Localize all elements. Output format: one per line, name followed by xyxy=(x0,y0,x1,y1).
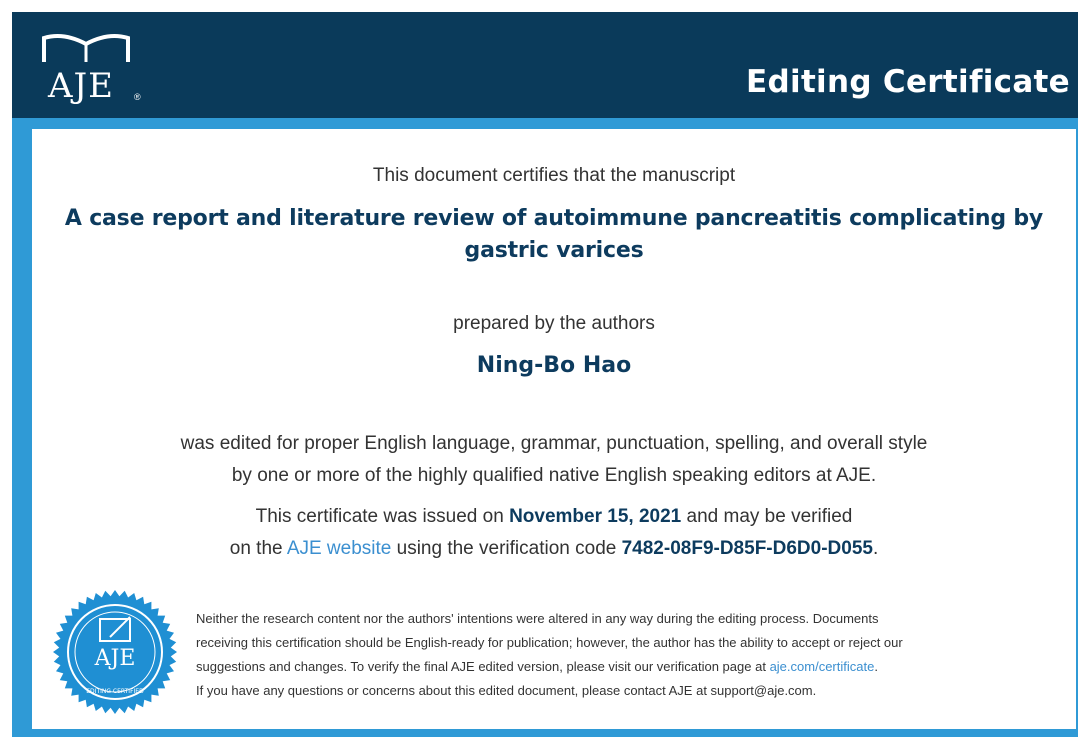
edited-line: was edited for proper English language, … xyxy=(180,433,928,454)
certificate-header: AJE ® Editing Certificate xyxy=(12,12,1078,118)
verification-code: 7482-08F9-D85F-D6D0-D055 xyxy=(621,538,873,559)
prepared-by-text: prepared by the authors xyxy=(453,313,655,334)
disclaimer-line: suggestions and changes. To verify the f… xyxy=(196,655,1056,679)
issued-line: This certificate was issued on November … xyxy=(32,501,1076,533)
intro-text: This document certifies that the manuscr… xyxy=(372,165,736,186)
disclaimer: Neither the research content nor the aut… xyxy=(196,607,1056,703)
issued-prefix: This certificate was issued on xyxy=(255,506,504,527)
manuscript-title-line: gastric varices xyxy=(464,238,644,263)
verify-middle: using the verification code xyxy=(396,538,617,559)
seal-text: AJE xyxy=(94,646,136,671)
disclaimer-line: receiving this certification should be E… xyxy=(196,635,903,650)
page-title: Editing Certificate xyxy=(746,64,1070,100)
issue-date: November 15, 2021 xyxy=(509,506,682,527)
verify-line: on the AJE website using the verificatio… xyxy=(32,533,1076,565)
manuscript-title: A case report and literature review of a… xyxy=(32,203,1076,267)
editing-certified-seal: AJE EDITING CERTIFIED xyxy=(52,589,178,715)
edited-statement: was edited for proper English language, … xyxy=(32,428,1076,492)
aje-website-link[interactable]: AJE website xyxy=(287,538,392,559)
disclaimer-period: . xyxy=(874,659,878,674)
manuscript-title-line: A case report and literature review of a… xyxy=(64,206,1044,231)
registered-mark: ® xyxy=(134,92,141,102)
seal-ring-text: EDITING CERTIFIED xyxy=(86,688,144,695)
verify-suffix: . xyxy=(872,538,879,559)
author-name: Ning-Bo Hao xyxy=(476,353,632,378)
disclaimer-line: Neither the research content nor the aut… xyxy=(196,611,879,626)
verify-prefix: on the xyxy=(229,538,283,559)
disclaimer-text: suggestions and changes. To verify the f… xyxy=(196,659,766,674)
disclaimer-line: If you have any questions or concerns ab… xyxy=(196,683,817,698)
verification-page-link[interactable]: aje.com/certificate xyxy=(770,659,875,674)
edited-line: by one or more of the highly qualified n… xyxy=(231,465,877,486)
certificate-body: This document certifies that the manuscr… xyxy=(32,129,1076,729)
logo-text: AJE xyxy=(48,66,115,106)
issued-suffix: and may be verified xyxy=(686,506,853,527)
aje-logo: AJE ® xyxy=(34,32,144,112)
issue-statement: This certificate was issued on November … xyxy=(32,501,1076,565)
seal-badge-icon: AJE EDITING CERTIFIED xyxy=(53,590,177,714)
